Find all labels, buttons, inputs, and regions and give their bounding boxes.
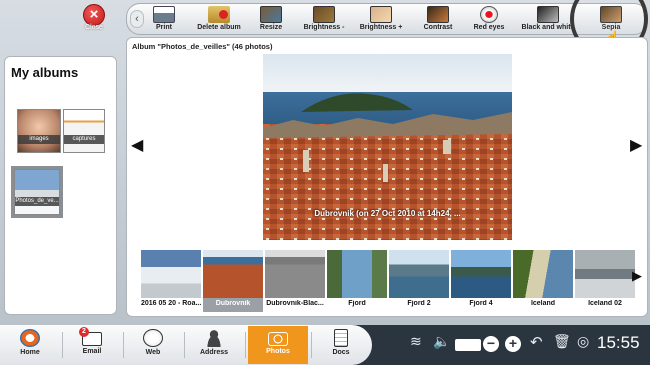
thumbnail-image: [265, 250, 325, 298]
folder-delete-icon: [208, 6, 230, 23]
globe-icon: [143, 329, 163, 347]
wifi-icon[interactable]: ≋: [410, 333, 422, 350]
brightness-down-icon: [313, 6, 335, 23]
thumbnail-image: [389, 250, 449, 298]
contacts-icon: [204, 329, 224, 347]
thumbnail-item[interactable]: 2016 05 20 - Roa...: [141, 250, 201, 312]
resize-icon: [260, 6, 282, 23]
photo-viewer: Album "Photos_de_veilles" (46 photos) ◀ …: [126, 37, 648, 317]
brightness-down-button[interactable]: Brightness -: [295, 6, 353, 34]
main-photo[interactable]: Dubrovnik (on 27 Oct 2010 at 14h24, ...: [263, 54, 512, 240]
thumbnail-item[interactable]: Dubrovnik-Blac...: [265, 250, 325, 312]
contrast-icon: [427, 6, 449, 23]
thumbnails-next-arrow[interactable]: ▶: [632, 268, 642, 284]
clock: 15:55: [597, 333, 640, 352]
camera-icon: [268, 332, 288, 346]
dock-web[interactable]: Web: [125, 326, 181, 364]
contrast-button[interactable]: Contrast: [409, 6, 467, 34]
printer-icon: [153, 6, 175, 23]
volume-level-bar[interactable]: [455, 339, 481, 351]
document-icon: [334, 329, 348, 347]
delete-album-button[interactable]: Delete album: [190, 6, 248, 34]
previous-photo-arrow[interactable]: ◀: [131, 135, 143, 155]
dock-separator: [123, 332, 124, 358]
dock-separator: [184, 332, 185, 358]
thumbnail-image: [327, 250, 387, 298]
next-photo-arrow[interactable]: ▶: [630, 135, 642, 155]
undo-arrow-icon[interactable]: ↶: [530, 333, 543, 351]
dock-email[interactable]: Email: [64, 326, 120, 364]
dock-separator: [62, 332, 63, 358]
zoom-in-button[interactable]: +: [505, 336, 521, 352]
help-lifebuoy-icon[interactable]: ◎: [577, 333, 589, 350]
album-captures[interactable]: captures: [63, 109, 105, 153]
dock-docs[interactable]: Docs: [313, 326, 369, 364]
dock-home[interactable]: Home: [2, 326, 58, 364]
thumbnail-item[interactable]: Fjord 4: [451, 250, 511, 312]
thumbnail-item[interactable]: Fjord 2: [389, 250, 449, 312]
brightness-up-icon: [370, 6, 392, 23]
close-label: Close: [85, 24, 103, 31]
thumbnail-item[interactable]: Iceland 02: [575, 250, 635, 312]
albums-panel: My albums images captures Photos_de_ve..…: [4, 56, 117, 315]
brightness-up-button[interactable]: Brightness +: [352, 6, 410, 34]
zoom-out-button[interactable]: −: [483, 336, 499, 352]
print-button[interactable]: Print: [135, 6, 193, 34]
black-and-white-button[interactable]: Black and white: [519, 6, 577, 34]
thumbnail-image: [451, 250, 511, 298]
thumbnail-image: [141, 250, 201, 298]
thumbnail-image: [203, 250, 263, 298]
thumbnail-image: [513, 250, 573, 298]
close-button[interactable]: ×: [83, 4, 105, 26]
albums-title: My albums: [11, 65, 79, 80]
dock-photos[interactable]: Photos: [248, 326, 308, 364]
red-eyes-button[interactable]: Red eyes: [460, 6, 518, 34]
trash-icon[interactable]: 🗑: [553, 333, 571, 350]
email-unread-badge: 2: [79, 327, 89, 337]
album-header: Album "Photos_de_veilles" (46 photos): [132, 42, 273, 51]
resize-button[interactable]: Resize: [242, 6, 300, 34]
photo-caption: Dubrovnik (on 27 Oct 2010 at 14h24, ...: [314, 209, 461, 218]
album-images[interactable]: images: [17, 109, 61, 153]
dock-separator: [245, 332, 246, 358]
thumbnail-item[interactable]: Fjord: [327, 250, 387, 312]
thumbnail-image: [575, 250, 635, 298]
home-logo-icon: [20, 329, 40, 347]
volume-icon[interactable]: 🔈: [433, 333, 450, 350]
album-photos-de-veilles[interactable]: Photos_de_ve...: [11, 166, 63, 218]
dock-separator: [311, 332, 312, 358]
dock-address[interactable]: Address: [186, 326, 242, 364]
red-eye-icon: [480, 6, 498, 23]
black-and-white-icon: [537, 6, 559, 23]
thumbnail-item[interactable]: Iceland: [513, 250, 573, 312]
thumbnail-strip: 2016 05 20 - Roa... Dubrovnik Dubrovnik-…: [141, 250, 635, 312]
thumbnail-item-selected[interactable]: Dubrovnik: [203, 250, 263, 312]
